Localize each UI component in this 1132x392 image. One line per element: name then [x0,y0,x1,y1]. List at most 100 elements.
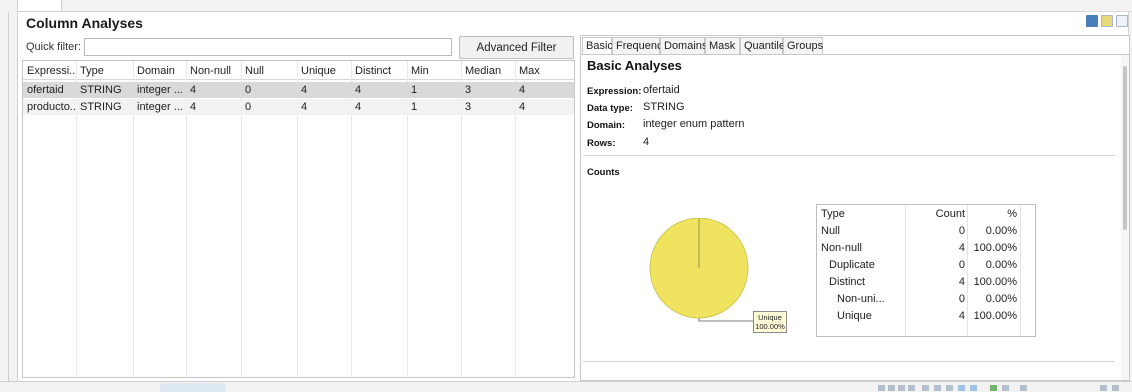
table-cell: 3 [465,101,472,113]
counts-count: 4 [958,276,965,288]
counts-count: 0 [958,225,965,237]
grid-view-icon[interactable] [1101,15,1113,27]
table-row[interactable]: ofertaid STRING integer ... 4 0 4 4 1 3 4 [23,82,574,98]
counts-header-row: Type Count% [817,206,1035,223]
column-header[interactable]: Non-null [186,63,241,79]
counts-count: 0 [958,293,965,305]
chart-icon[interactable] [1086,15,1098,27]
counts-row: Non-uni... 0 0.00% [817,291,1035,308]
tab-groups[interactable]: Groups [783,37,823,54]
toolbar-icon[interactable] [970,385,977,391]
toolbar-icon[interactable] [958,385,965,391]
toolbar-icon[interactable] [888,385,895,391]
page-title: Column Analyses [26,15,143,31]
counts-type: Non-uni... [837,293,885,305]
tab-domains[interactable]: Domains [660,37,707,54]
tab-underline [580,54,1130,55]
column-header[interactable]: Expressi... [23,63,76,79]
minimize-icon[interactable] [1100,385,1107,391]
maximize-icon[interactable] [1112,385,1119,391]
counts-percent: 0.00% [985,259,1017,271]
counts-row: Non-null 4 100.00% [817,240,1035,257]
toolbar-icon[interactable] [922,385,929,391]
left-edge-line [8,12,18,382]
toolbar-icon[interactable] [990,385,997,391]
counts-header-cell: % [1007,208,1017,220]
domain-value: integer enum pattern [643,118,745,130]
datatype-value: STRING [643,101,685,113]
pie-label-leader [698,318,754,322]
advanced-filter-button[interactable]: Advanced Filter [459,36,574,59]
counts-title: Counts [587,167,620,178]
editor-tab-stub[interactable] [14,0,62,12]
counts-percent: 100.00% [973,276,1017,288]
counts-row: Unique 4 100.00% [817,308,1035,325]
toolbar-icon[interactable] [946,385,953,391]
table-cell: 0 [245,101,252,113]
bottom-bar [0,381,1132,392]
expression-label: Expression: [587,86,642,97]
column-header[interactable]: Max [515,63,574,79]
counts-type: Null [821,225,840,237]
table-cell: STRING [80,101,122,113]
counts-type: Non-null [821,242,862,254]
counts-count: 4 [958,310,965,322]
counts-percent: 0.00% [985,225,1017,237]
datatype-label: Data type: [587,103,633,114]
column-analyses-table[interactable]: Expressi... Type Domain Non-null Null Unique D… [22,60,575,378]
column-header[interactable]: Type [76,63,133,79]
column-header[interactable]: Domain [133,63,186,79]
counts-row: Null 0 0.00% [817,223,1035,240]
counts-percent: 100.00% [973,242,1017,254]
toolbar-icon[interactable] [1002,385,1009,391]
column-header[interactable]: Median [461,63,515,79]
table-cell: 4 [301,101,308,113]
tab-mask[interactable]: Mask [705,37,740,54]
table-cell: STRING [80,84,122,96]
toolbar-icon[interactable] [908,385,915,391]
table-cell: 1 [411,84,418,96]
pie-slice-label: Unique 100.00% [753,311,787,333]
panel-scrollbar-thumb[interactable] [1123,66,1127,230]
rows-label: Rows: [587,138,616,149]
counts-percent: 100.00% [973,310,1017,322]
counts-count: 4 [958,242,965,254]
table-cell: integer ... [137,101,183,113]
column-header[interactable]: Distinct [351,63,407,79]
basic-analyses-title: Basic Analyses [587,58,682,73]
toolbar-icon[interactable] [878,385,885,391]
counts-row: Duplicate 0 0.00% [817,257,1035,274]
top-strip [0,0,1132,12]
column-header[interactable]: Unique [297,63,351,79]
column-header[interactable]: Min [407,63,461,79]
quick-filter-label: Quick filter: [26,41,82,53]
rows-value: 4 [643,136,650,148]
counts-type: Duplicate [829,259,875,271]
tab-frequency[interactable]: Frequency [612,37,668,54]
pie-label-percent: 100.00% [755,322,785,331]
table-cell: 4 [355,101,362,113]
toolbar-icon[interactable] [1020,385,1027,391]
table-cell: producto... [27,101,76,113]
column-header[interactable]: Null [241,63,297,79]
toolbar-icon[interactable] [898,385,905,391]
counts-table: Type Count% Null 0 0.00% Non-null 4 100.00% Dupl… [816,204,1036,337]
toolbar-icon[interactable] [934,385,941,391]
domain-label: Domain: [587,120,625,131]
table-cell: 4 [190,84,197,96]
tab-quantiles[interactable]: Quantiles [740,37,790,54]
table-cell: 4 [519,101,526,113]
table-cell: 4 [301,84,308,96]
counts-percent: 0.00% [985,293,1017,305]
counts-count: 0 [958,259,965,271]
pie-label-name: Unique [758,313,782,322]
tab-basic[interactable]: Basic [582,37,613,54]
table-cell: 3 [465,84,472,96]
table-row[interactable]: producto... STRING integer ... 4 0 4 4 1 3 4 [23,99,574,115]
table-cell: 4 [519,84,526,96]
bottom-selected-tab[interactable] [160,383,226,392]
list-view-icon[interactable] [1116,15,1128,27]
quick-filter-input[interactable] [84,38,452,56]
table-cell: 1 [411,101,418,113]
counts-header-cell: Count [935,208,965,220]
